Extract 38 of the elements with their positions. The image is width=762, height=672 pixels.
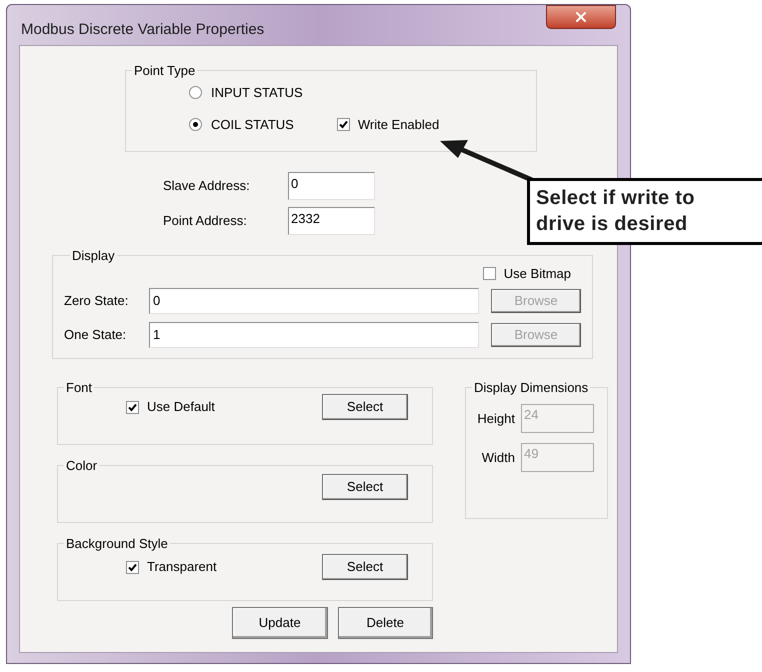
group-title: Color [65, 459, 98, 472]
field-label: Slave Address: [163, 177, 251, 196]
field-label: Zero State: [64, 292, 130, 310]
field-label: Height [476, 410, 516, 428]
checkbox[interactable] [336, 118, 350, 131]
dialog-button[interactable]: Delete [338, 607, 433, 639]
checkbox[interactable] [126, 400, 139, 414]
radio-label: INPUT STATUS [211, 84, 303, 102]
select-button[interactable]: Select [322, 554, 408, 580]
close-icon [573, 9, 589, 25]
checkbox-label: Use Default [147, 398, 215, 416]
radio-label: COIL STATUS [211, 116, 294, 134]
group-title: Display [71, 249, 116, 262]
close-button[interactable] [546, 5, 616, 29]
field-label: Width [480, 448, 516, 467]
check-icon [128, 402, 137, 412]
callout-text: Select if write to drive is desired [536, 186, 696, 237]
group-title: Point Type [133, 64, 196, 77]
radio-button[interactable] [189, 86, 202, 100]
check-icon [128, 562, 137, 572]
group-title: Font [65, 381, 94, 394]
window-title: Modbus Discrete Variable Properties [21, 20, 264, 40]
address-field[interactable]: 0 [288, 172, 375, 200]
checkbox-label: Transparent [147, 558, 217, 576]
check-icon [338, 120, 348, 129]
radio-button[interactable] [189, 118, 202, 131]
select-button[interactable]: Select [322, 394, 408, 420]
checkbox-label: Use Bitmap [504, 265, 571, 283]
address-field[interactable]: 2332 [288, 207, 375, 235]
field-label: Point Address: [163, 212, 248, 230]
group-title: Display Dimensions [473, 381, 590, 394]
checkbox[interactable] [482, 267, 496, 280]
field-label: One State: [64, 326, 128, 344]
checkbox-label: Write Enabled [358, 116, 440, 134]
checkbox[interactable] [126, 560, 139, 574]
select-button[interactable]: Select [322, 474, 408, 500]
dialog-button[interactable]: Update [232, 607, 328, 639]
group-title: Background Style [65, 537, 169, 550]
